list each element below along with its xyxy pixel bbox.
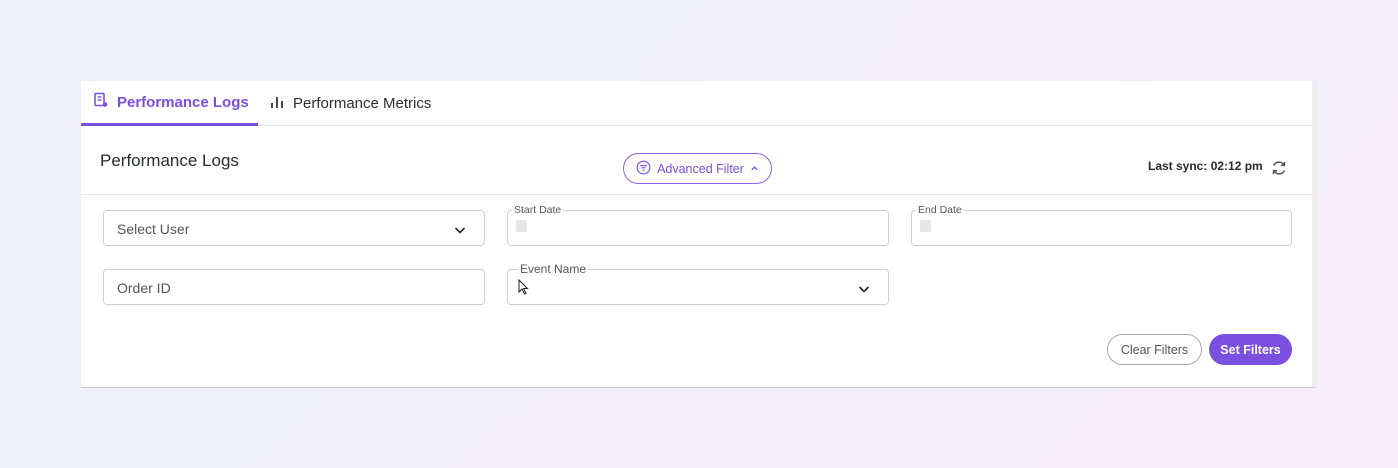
page-title: Performance Logs — [100, 151, 239, 170]
tab-performance-logs[interactable]: Performance Logs — [81, 81, 258, 126]
performance-card: Performance Logs Performance Metrics Per… — [81, 81, 1317, 388]
set-filters-button[interactable]: Set Filters — [1209, 334, 1292, 365]
event-name-label: Event Name — [518, 262, 589, 276]
advanced-filter-button[interactable]: Advanced Filter — [623, 153, 772, 184]
select-user-dropdown[interactable]: Select User — [103, 210, 485, 246]
advanced-filter-label: Advanced Filter — [657, 161, 744, 176]
tab-label: Performance Logs — [117, 93, 249, 111]
tab-label: Performance Metrics — [293, 95, 432, 112]
chevron-down-icon — [858, 282, 870, 300]
chevron-up-icon — [750, 162, 759, 176]
end-date-label: End Date — [916, 204, 964, 216]
clear-filters-button[interactable]: Clear Filters — [1107, 334, 1202, 365]
chevron-down-icon — [454, 223, 466, 241]
order-id-placeholder: Order ID — [117, 280, 171, 296]
filter-icon — [636, 160, 651, 178]
select-user-placeholder: Select User — [117, 221, 190, 237]
start-date-label: Start Date — [512, 204, 564, 216]
tab-bar: Performance Logs Performance Metrics — [81, 81, 1312, 126]
start-date-field[interactable]: Start Date — [507, 204, 889, 246]
document-icon — [93, 92, 109, 112]
calendar-icon[interactable] — [920, 220, 931, 232]
logs-header: Performance Logs Advanced Filter Last sy… — [81, 127, 1312, 195]
calendar-icon[interactable] — [516, 220, 527, 232]
refresh-icon[interactable] — [1270, 159, 1288, 177]
tab-performance-metrics[interactable]: Performance Metrics — [269, 81, 431, 126]
event-name-dropdown[interactable]: Event Name — [507, 262, 889, 305]
order-id-input[interactable]: Order ID — [103, 269, 485, 305]
end-date-field[interactable]: End Date — [911, 204, 1292, 246]
last-sync-text: Last sync: 02:12 pm — [1148, 159, 1263, 173]
cursor-icon — [518, 278, 529, 300]
bar-chart-icon — [269, 94, 285, 114]
